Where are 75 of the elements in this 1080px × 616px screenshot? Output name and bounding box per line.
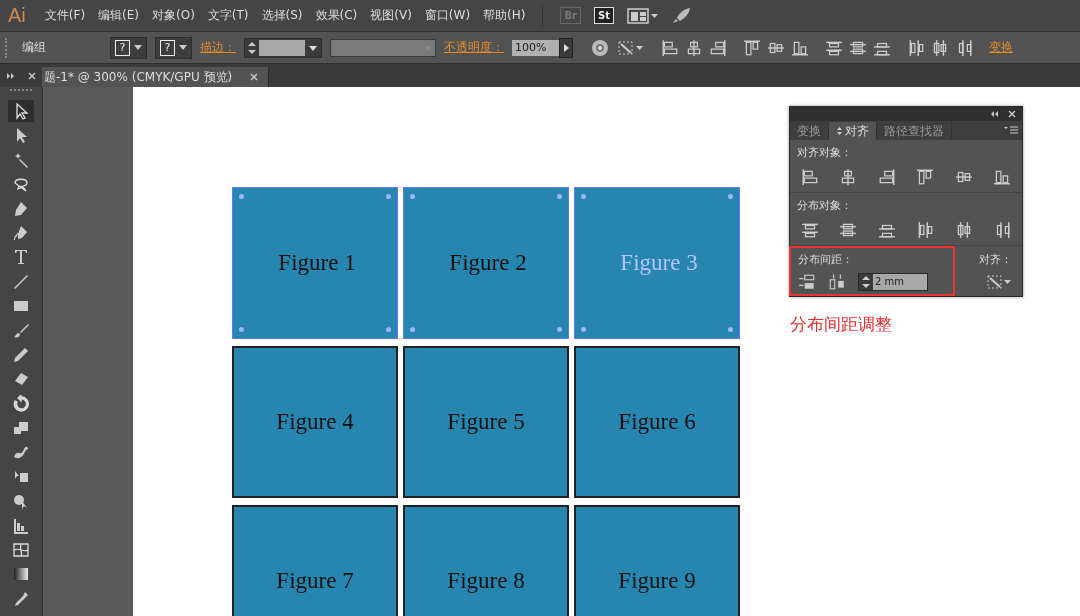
distribute-left-icon[interactable] bbox=[916, 221, 935, 239]
pencil-icon bbox=[12, 345, 30, 364]
panel-tab[interactable]: 路径查找器 bbox=[877, 122, 952, 140]
menu-item[interactable]: 窗口(W) bbox=[424, 7, 471, 24]
align-right-icon[interactable] bbox=[709, 38, 727, 57]
eyedropper-icon bbox=[12, 589, 30, 608]
transform-tool-icon[interactable] bbox=[617, 38, 645, 57]
app-logo: Ai bbox=[8, 4, 26, 27]
figure-label: Figure 3 bbox=[620, 250, 698, 276]
section-label: 分布间距： bbox=[798, 252, 854, 267]
panel-tab[interactable]: 对齐 bbox=[829, 122, 877, 140]
globe-icon[interactable] bbox=[591, 38, 609, 57]
rocket-icon[interactable] bbox=[672, 6, 692, 25]
document-tab[interactable]: 题-1* @ 300% (CMYK/GPU 预览) bbox=[42, 67, 270, 87]
mesh-icon bbox=[12, 541, 30, 560]
fill-swatch[interactable]: ? bbox=[110, 36, 147, 59]
collapse-icon[interactable] bbox=[990, 110, 1000, 118]
selection-label: 编组 bbox=[21, 39, 47, 56]
pen-icon bbox=[12, 223, 30, 242]
distribute-middle-icon[interactable] bbox=[839, 221, 858, 239]
figure-label: Figure 1 bbox=[278, 250, 356, 276]
brush-icon bbox=[12, 321, 30, 340]
figure-label: Figure 6 bbox=[618, 409, 696, 435]
pen-icon bbox=[12, 199, 30, 218]
menu-item[interactable]: 文字(T) bbox=[207, 7, 249, 24]
figure-label: Figure 2 bbox=[449, 250, 527, 276]
figure-label: Figure 4 bbox=[276, 409, 354, 435]
shape-builder-icon bbox=[12, 492, 30, 511]
distribute-top-icon[interactable] bbox=[801, 221, 819, 239]
app-button[interactable]: St bbox=[594, 7, 614, 24]
align-top-icon[interactable] bbox=[916, 168, 935, 186]
layout-icon[interactable] bbox=[627, 6, 659, 25]
close-icon[interactable] bbox=[28, 71, 36, 80]
brush-dropdown[interactable] bbox=[330, 38, 436, 57]
play-icon[interactable] bbox=[559, 37, 573, 58]
align-bottom-icon[interactable] bbox=[992, 168, 1011, 186]
menu-item[interactable]: 编辑(E) bbox=[98, 7, 139, 24]
menu-icon[interactable] bbox=[1004, 125, 1018, 135]
figure-label: Figure 7 bbox=[276, 568, 354, 594]
line-icon bbox=[12, 272, 30, 291]
spinner-icon bbox=[836, 126, 843, 136]
stroke-weight-field[interactable] bbox=[244, 37, 322, 58]
graph-icon bbox=[12, 516, 30, 535]
menu-item[interactable]: 效果(C) bbox=[315, 7, 358, 24]
tool-button[interactable] bbox=[8, 100, 34, 122]
align-top-icon[interactable] bbox=[743, 38, 761, 57]
distribute-center-icon[interactable] bbox=[931, 38, 949, 57]
horizontal-spacing-icon[interactable] bbox=[828, 273, 846, 291]
align-right-icon[interactable] bbox=[877, 168, 896, 186]
align-left-icon[interactable] bbox=[661, 38, 679, 57]
opacity-field[interactable]: 100% bbox=[512, 39, 559, 56]
figure-label: Figure 9 bbox=[618, 568, 696, 594]
menu-item[interactable]: 选择(S) bbox=[261, 7, 303, 24]
spacing-field[interactable]: 2 mm bbox=[858, 273, 928, 291]
figure-label: Figure 8 bbox=[447, 568, 525, 594]
menu-item[interactable]: 文件(F) bbox=[44, 7, 86, 24]
collapse-icon[interactable] bbox=[6, 71, 16, 80]
align-center-icon[interactable] bbox=[685, 38, 703, 57]
menu-item[interactable]: 视图(V) bbox=[370, 7, 412, 24]
section-label: 对齐对象： bbox=[797, 145, 853, 160]
section-label: 对齐： bbox=[979, 252, 1012, 267]
menu-item[interactable]: 对象(O) bbox=[152, 7, 195, 24]
close-icon[interactable] bbox=[1008, 110, 1016, 118]
type-icon bbox=[12, 248, 30, 267]
rotate-icon bbox=[12, 394, 30, 413]
vertical-spacing-icon[interactable] bbox=[798, 273, 816, 291]
figure-label: Figure 5 bbox=[447, 409, 525, 435]
close-icon[interactable] bbox=[250, 73, 259, 81]
align-to-icon[interactable] bbox=[986, 273, 1012, 291]
section-label: 分布对象： bbox=[797, 198, 853, 213]
distribute-left-icon[interactable] bbox=[907, 38, 925, 57]
stroke-swatch[interactable]: ? bbox=[155, 36, 192, 59]
annotation-label: 分布间距调整 bbox=[790, 313, 892, 336]
align-left-icon[interactable] bbox=[801, 168, 819, 186]
menu-item[interactable]: 帮助(H) bbox=[483, 7, 526, 24]
